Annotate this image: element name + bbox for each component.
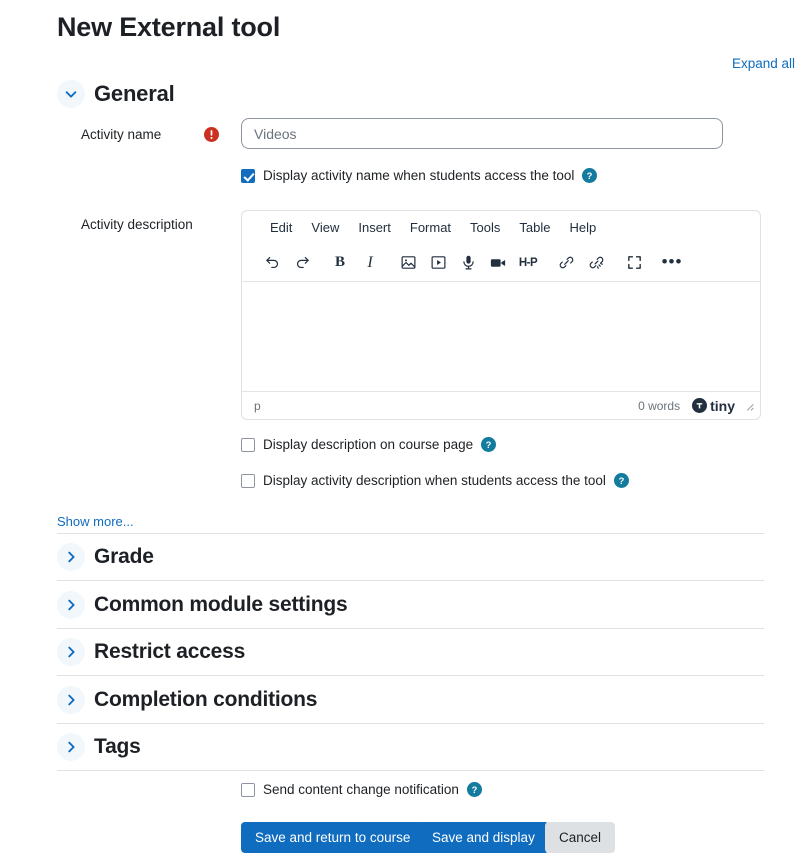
editor-statusbar: p 0 words tiny <box>242 391 760 419</box>
section-divider <box>57 628 764 629</box>
section-divider <box>57 675 764 676</box>
section-title-tags: Tags <box>94 735 141 758</box>
show-more-link[interactable]: Show more... <box>57 514 134 529</box>
chevron-right-icon <box>57 591 85 619</box>
section-divider <box>57 533 764 534</box>
section-header-general[interactable]: General <box>57 80 175 108</box>
section-header-tags[interactable]: Tags <box>57 733 141 761</box>
undo-icon[interactable] <box>258 249 286 277</box>
display-description-access-tool-row[interactable]: Display activity description when studen… <box>241 473 629 488</box>
section-header-completion-conditions[interactable]: Completion conditions <box>57 686 317 714</box>
h5p-icon[interactable]: H-P <box>514 249 542 277</box>
editor-toolbar: B I H-P ••• <box>242 244 760 282</box>
editor-menu-help[interactable]: Help <box>561 217 604 238</box>
help-icon[interactable]: ? <box>582 168 598 183</box>
activity-name-input[interactable] <box>241 118 723 149</box>
svg-text:?: ? <box>472 785 478 795</box>
editor-menu-tools[interactable]: Tools <box>462 217 508 238</box>
help-icon[interactable]: ? <box>613 473 629 488</box>
editor-content-area[interactable] <box>242 282 760 391</box>
editor-menu-insert[interactable]: Insert <box>350 217 399 238</box>
section-title-completion-conditions: Completion conditions <box>94 688 318 711</box>
italic-icon[interactable]: I <box>356 249 384 277</box>
editor-menubar: Edit View Insert Format Tools Table Help <box>242 211 760 244</box>
display-activity-name-checkbox[interactable] <box>241 168 255 183</box>
display-description-access-tool-checkbox[interactable] <box>241 473 255 488</box>
chevron-right-icon <box>57 638 85 666</box>
save-and-return-to-course-button[interactable]: Save and return to course <box>241 822 425 853</box>
resize-handle-icon[interactable] <box>743 400 754 411</box>
required-error-icon <box>204 127 219 142</box>
link-icon[interactable] <box>552 249 580 277</box>
section-title-grade: Grade <box>94 545 154 568</box>
more-options-icon[interactable]: ••• <box>658 249 686 277</box>
chevron-right-icon <box>57 733 85 761</box>
tiny-brand-label: tiny <box>710 397 735 414</box>
section-header-restrict-access[interactable]: Restrict access <box>57 638 245 666</box>
bold-glyph: B <box>334 254 345 270</box>
video-camera-icon[interactable] <box>484 249 512 277</box>
editor-element-path[interactable]: p <box>254 399 261 413</box>
display-description-access-tool-label: Display activity description when studen… <box>263 473 606 488</box>
display-description-course-page-checkbox[interactable] <box>241 437 255 452</box>
page-title: New External tool <box>57 12 281 42</box>
display-description-course-page-row[interactable]: Display description on course page ? <box>241 437 497 452</box>
svg-text:?: ? <box>587 171 593 181</box>
external-tool-form-page: New External tool Expand all General Act… <box>0 0 812 865</box>
more-dots-glyph: ••• <box>661 252 683 272</box>
save-and-display-button[interactable]: Save and display <box>418 822 549 853</box>
expand-all-link[interactable]: Expand all <box>732 56 795 71</box>
italic-glyph: I <box>367 253 373 271</box>
unlink-icon[interactable] <box>582 249 610 277</box>
send-content-change-notification-label: Send content change notification <box>263 782 459 797</box>
bold-icon[interactable]: B <box>326 249 354 277</box>
section-title-restrict-access: Restrict access <box>94 640 246 663</box>
activity-description-label: Activity description <box>81 217 193 232</box>
chevron-down-icon <box>57 80 85 108</box>
chevron-right-icon <box>57 543 85 571</box>
editor-word-count: 0 words <box>638 398 681 413</box>
media-play-icon[interactable] <box>424 249 452 277</box>
section-divider <box>57 723 764 724</box>
editor-menu-table[interactable]: Table <box>511 217 558 238</box>
section-divider <box>57 770 764 771</box>
section-title-general: General <box>94 81 175 106</box>
redo-icon[interactable] <box>288 249 316 277</box>
section-header-grade[interactable]: Grade <box>57 543 154 571</box>
send-content-change-notification-row[interactable]: Send content change notification ? <box>241 782 482 797</box>
fullscreen-icon[interactable] <box>620 249 648 277</box>
help-icon[interactable]: ? <box>481 437 497 452</box>
section-divider <box>57 580 764 581</box>
help-icon[interactable]: ? <box>466 782 482 797</box>
editor-menu-view[interactable]: View <box>303 217 347 238</box>
microphone-icon[interactable] <box>454 249 482 277</box>
send-content-change-notification-checkbox[interactable] <box>241 782 255 797</box>
editor-menu-edit[interactable]: Edit <box>262 217 300 238</box>
svg-text:?: ? <box>619 476 625 486</box>
activity-name-label: Activity name <box>81 127 162 142</box>
display-activity-name-label: Display activity name when students acce… <box>263 168 575 183</box>
chevron-right-icon <box>57 686 85 714</box>
display-description-course-page-label: Display description on course page <box>263 437 474 452</box>
editor-menu-format[interactable]: Format <box>402 217 459 238</box>
section-title-common-module-settings: Common module settings <box>94 593 348 616</box>
cancel-button[interactable]: Cancel <box>545 822 616 853</box>
section-header-common-module-settings[interactable]: Common module settings <box>57 591 348 619</box>
h5p-glyph: H-P <box>518 256 538 269</box>
image-icon[interactable] <box>394 249 422 277</box>
display-activity-name-checkbox-row[interactable]: Display activity name when students acce… <box>241 168 598 183</box>
activity-description-editor[interactable]: Edit View Insert Format Tools Table Help <box>241 210 761 420</box>
tiny-logo-icon[interactable]: tiny <box>692 398 735 414</box>
svg-text:?: ? <box>486 440 492 450</box>
